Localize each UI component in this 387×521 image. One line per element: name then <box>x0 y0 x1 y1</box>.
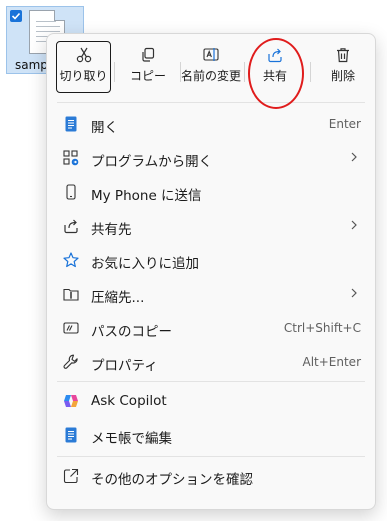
menu-item-label: 圧縮先... <box>91 290 145 306</box>
copy-path-icon <box>62 319 80 337</box>
copilot-icon <box>62 392 80 410</box>
more-options-icon <box>62 467 80 485</box>
menu-item-label: My Phone に送信 <box>91 188 202 204</box>
menu-item-label: プロパティ <box>91 358 158 374</box>
copy-label: コピー <box>129 69 166 83</box>
menu-item-open[interactable]: 開く Enter <box>47 107 375 141</box>
copy-button[interactable]: コピー <box>118 42 178 92</box>
open-with-icon <box>62 149 80 167</box>
menu-item-label: お気に入りに追加 <box>91 256 199 272</box>
notepad-icon <box>62 426 80 444</box>
file-name-label: samp <box>15 58 48 72</box>
chevron-right-icon <box>349 219 359 235</box>
menu-item-ask-copilot[interactable]: Ask Copilot <box>47 384 375 418</box>
menu-item-label: メモ帳で編集 <box>91 431 172 447</box>
trash-icon <box>317 46 369 68</box>
share-icon <box>62 217 80 235</box>
star-icon <box>62 251 80 269</box>
phone-icon <box>62 183 80 201</box>
chevron-right-icon <box>349 287 359 303</box>
context-menu: 切り取り コピー 名前の変更 共有 削除 開く Enter プログラムから開く … <box>46 33 376 510</box>
menu-item-label: 共有先 <box>91 222 132 238</box>
chevron-right-icon <box>349 151 359 167</box>
menu-item-add-favorites[interactable]: お気に入りに追加 <box>47 243 375 277</box>
shortcut-label: Enter <box>328 117 361 131</box>
checkbox-checked-icon[interactable] <box>10 10 22 22</box>
menu-divider <box>57 381 365 382</box>
cut-button[interactable]: 切り取り <box>56 41 111 93</box>
menu-item-label: パスのコピー <box>91 324 172 340</box>
menu-divider <box>57 456 365 457</box>
menu-item-label: Ask Copilot <box>91 393 167 409</box>
toolbar-divider <box>244 62 245 82</box>
menu-item-more-options[interactable]: その他のオプションを確認 <box>47 459 375 493</box>
zip-folder-icon <box>62 285 80 303</box>
delete-label: 削除 <box>330 69 355 83</box>
rename-icon <box>181 46 241 68</box>
scissors-icon <box>57 46 110 68</box>
delete-button[interactable]: 削除 <box>317 42 369 92</box>
rename-label: 名前の変更 <box>181 69 242 83</box>
menu-item-label: 開く <box>91 120 118 136</box>
rename-button[interactable]: 名前の変更 <box>181 42 241 92</box>
menu-item-label: プログラムから開く <box>91 154 213 170</box>
menu-item-copy-path[interactable]: パスのコピー Ctrl+Shift+C <box>47 311 375 345</box>
shortcut-label: Alt+Enter <box>302 355 361 369</box>
red-highlight-circle <box>248 38 304 109</box>
copy-icon <box>118 46 178 68</box>
menu-item-edit-notepad[interactable]: メモ帳で編集 <box>47 418 375 452</box>
menu-item-label: その他のオプションを確認 <box>91 472 253 488</box>
menu-item-share-to[interactable]: 共有先 <box>47 209 375 243</box>
notepad-icon <box>62 115 80 133</box>
cut-label: 切り取り <box>59 69 108 83</box>
menu-item-compress-to[interactable]: 圧縮先... <box>47 277 375 311</box>
menu-item-send-to-phone[interactable]: My Phone に送信 <box>47 175 375 209</box>
shortcut-label: Ctrl+Shift+C <box>283 321 361 335</box>
context-menu-toolbar: 切り取り コピー 名前の変更 共有 削除 <box>47 34 375 109</box>
menu-item-properties[interactable]: プロパティ Alt+Enter <box>47 345 375 379</box>
toolbar-divider <box>310 62 311 82</box>
wrench-icon <box>62 353 80 371</box>
toolbar-divider <box>114 62 115 82</box>
menu-item-open-with[interactable]: プログラムから開く <box>47 141 375 175</box>
